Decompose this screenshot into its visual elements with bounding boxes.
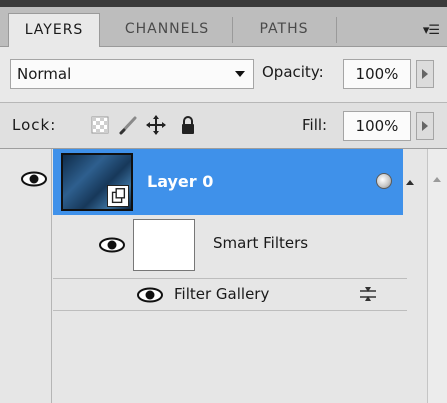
layer-name[interactable]: Layer 0 <box>147 172 213 191</box>
layer-row[interactable]: Layer 0 <box>0 149 427 215</box>
blend-mode-value: Normal <box>17 65 72 83</box>
filter-blending-options-icon[interactable] <box>359 287 377 301</box>
tab-paths[interactable]: PATHS <box>236 13 332 47</box>
tab-channels[interactable]: CHANNELS <box>104 13 230 47</box>
blend-opacity-row: Normal Opacity: 100% <box>0 47 447 103</box>
scroll-up-arrow-icon[interactable] <box>433 177 441 182</box>
layers-panel: LAYERS CHANNELS PATHS ▾☰ Normal Opacity:… <box>0 0 447 403</box>
eye-icon[interactable] <box>137 287 163 303</box>
layers-scrollbar[interactable] <box>427 149 447 403</box>
smart-filters-label: Smart Filters <box>213 234 309 252</box>
eye-icon[interactable] <box>99 237 125 253</box>
lock-all-icon[interactable] <box>178 115 198 135</box>
fill-slider-arrow-icon[interactable] <box>416 112 434 140</box>
lock-fill-row: Lock: Fill: 100% <box>0 103 447 149</box>
blend-mode-dropdown[interactable]: Normal <box>10 59 254 89</box>
lock-position-icon[interactable] <box>146 115 166 135</box>
smart-filters-row[interactable]: Smart Filters <box>53 215 407 279</box>
layers-list: Layer 0 Smart Filters Filter Gallery <box>0 149 447 403</box>
panel-tab-bar: LAYERS CHANNELS PATHS ▾☰ <box>0 7 447 47</box>
eye-icon[interactable] <box>21 171 47 187</box>
smart-filter-indicator-icon <box>376 173 392 189</box>
fill-input[interactable]: 100% <box>343 111 411 141</box>
opacity-input[interactable]: 100% <box>343 59 411 89</box>
opacity-label: Opacity: <box>262 63 324 81</box>
layer-thumbnail[interactable] <box>61 153 133 211</box>
smart-object-badge-icon <box>107 185 129 207</box>
collapse-triangle-icon[interactable] <box>406 180 414 185</box>
opacity-slider-arrow-icon[interactable] <box>416 60 434 88</box>
smart-filter-mask-thumbnail[interactable] <box>133 219 195 271</box>
tab-layers[interactable]: LAYERS <box>8 13 100 47</box>
filter-row[interactable]: Filter Gallery <box>53 279 407 311</box>
tab-divider <box>232 17 233 43</box>
lock-image-pixels-icon[interactable] <box>118 115 138 135</box>
tab-divider <box>336 17 337 43</box>
panel-menu-icon[interactable]: ▾☰ <box>423 23 440 38</box>
chevron-down-icon <box>235 71 245 77</box>
fill-label: Fill: <box>302 116 328 134</box>
lock-transparent-pixels-icon[interactable] <box>90 115 110 135</box>
lock-label: Lock: <box>12 116 57 134</box>
panel-top-bar <box>0 0 447 7</box>
filter-name: Filter Gallery <box>174 285 270 303</box>
